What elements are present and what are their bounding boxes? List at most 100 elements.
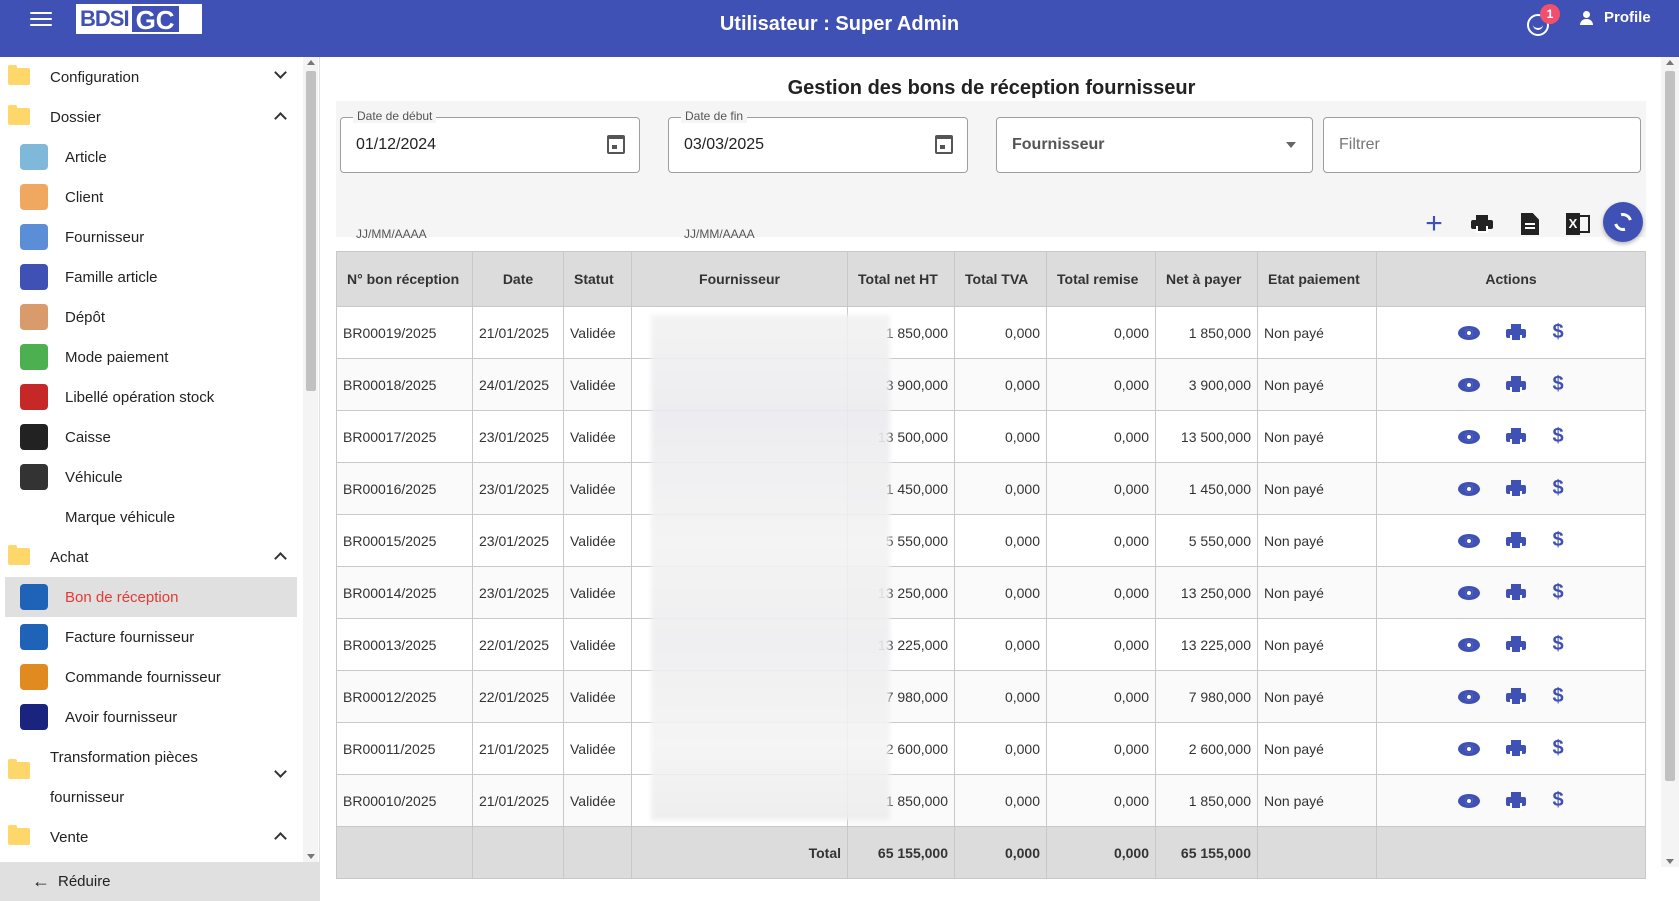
view-icon[interactable]	[1458, 637, 1481, 652]
main-scrollbar[interactable]	[1661, 57, 1679, 867]
print-icon[interactable]	[1506, 479, 1527, 498]
sidebar-item-mode-paiement[interactable]: Mode paiement	[5, 337, 297, 377]
view-icon[interactable]	[1458, 585, 1481, 600]
print-icon[interactable]	[1506, 427, 1527, 446]
column-header[interactable]: Fournisseur	[631, 251, 848, 307]
sidebar-item-vente[interactable]: Vente	[5, 817, 297, 857]
sidebar-item-bon-de-reception[interactable]: Bon de réception	[5, 577, 297, 617]
reduce-button[interactable]: ← Réduire	[0, 862, 320, 901]
view-icon[interactable]	[1458, 429, 1481, 444]
sidebar-item-famille-article[interactable]: Famille article	[5, 257, 297, 297]
print-icon[interactable]	[1506, 375, 1527, 394]
payment-dollar-icon[interactable]: $	[1552, 633, 1563, 656]
sidebar-item-avoir-fournisseur[interactable]: Avoir fournisseur	[5, 697, 297, 737]
column-header[interactable]: N° bon réception	[336, 251, 473, 307]
column-header[interactable]: Etat paiement	[1257, 251, 1377, 307]
client-icon	[20, 184, 48, 210]
print-icon[interactable]	[1506, 635, 1527, 654]
table-cell: 2 600,000	[1155, 722, 1258, 775]
payment-dollar-icon[interactable]: $	[1552, 425, 1563, 448]
column-header[interactable]: Actions	[1376, 251, 1646, 307]
sidebar-item-commande-fournisseur[interactable]: Commande fournisseur	[5, 657, 297, 697]
sidebar-item-caisse[interactable]: Caisse	[5, 417, 297, 457]
print-icon[interactable]	[1506, 739, 1527, 758]
sidebar-item-client[interactable]: Client	[5, 177, 297, 217]
table-row[interactable]: BR00017/2025 23/01/2025 Validée 13 500,000 0…	[336, 410, 1646, 463]
start-date-field[interactable]: Date de début 01/12/2024	[340, 109, 640, 173]
sidebar-scrollbar[interactable]	[303, 57, 318, 862]
print-icon[interactable]	[1506, 323, 1527, 342]
view-icon[interactable]	[1458, 793, 1481, 808]
payment-dollar-icon[interactable]: $	[1552, 321, 1563, 344]
calendar-icon[interactable]	[607, 135, 625, 154]
sidebar-item-marque-vehicule[interactable]: Marque véhicule	[5, 497, 297, 537]
print-icon[interactable]	[1506, 687, 1527, 706]
view-icon[interactable]	[1458, 741, 1481, 756]
sidebar-item-label: Vente	[50, 828, 89, 846]
payment-dollar-icon[interactable]: $	[1552, 529, 1563, 552]
table-row[interactable]: BR00013/2025 22/01/2025 Validée 13 225,000 0…	[336, 618, 1646, 671]
table-cell: Non payé	[1257, 774, 1377, 827]
table-cell: 23/01/2025	[472, 566, 564, 619]
refresh-button[interactable]	[1603, 202, 1643, 242]
view-icon[interactable]	[1458, 377, 1481, 392]
view-icon[interactable]	[1458, 481, 1481, 496]
table-row[interactable]: BR00010/2025 21/01/2025 Validée 1 850,000 0,…	[336, 774, 1646, 827]
column-header[interactable]: Net à payer	[1155, 251, 1258, 307]
table-row[interactable]: BR00018/2025 24/01/2025 Validée 3 900,000 0,…	[336, 358, 1646, 411]
profile-button[interactable]: Profile	[1580, 9, 1651, 26]
sidebar-item-dossier[interactable]: Dossier	[5, 97, 297, 137]
print-icon[interactable]	[1506, 583, 1527, 602]
logo-text-left: BDSI	[77, 5, 132, 33]
payment-dollar-icon[interactable]: $	[1552, 581, 1563, 604]
payment-dollar-icon[interactable]: $	[1552, 373, 1563, 396]
sidebar-item-facture-fournisseur[interactable]: Facture fournisseur	[5, 617, 297, 657]
sidebar-item-label: fournisseur	[50, 788, 125, 806]
sidebar-item-configuration[interactable]: Configuration	[5, 57, 297, 97]
sidebar-item-achat[interactable]: Achat	[5, 537, 297, 577]
print-icon[interactable]	[1506, 531, 1527, 550]
building-icon	[20, 224, 48, 250]
start-date-hint: JJ/MM/AAAA	[356, 227, 427, 241]
calendar-icon[interactable]	[935, 135, 953, 154]
supplier-select[interactable]: Fournisseur	[996, 117, 1313, 173]
view-icon[interactable]	[1458, 689, 1481, 704]
table-row[interactable]: BR00019/2025 21/01/2025 Validée 1 850,000 0,…	[336, 306, 1646, 359]
print-button[interactable]	[1462, 204, 1502, 244]
sidebar-item-transformation-pieces[interactable]: Transformation pièces	[5, 737, 297, 777]
view-icon[interactable]	[1458, 325, 1481, 340]
table-row[interactable]: BR00012/2025 22/01/2025 Validée 7 980,000 0,…	[336, 670, 1646, 723]
table-row[interactable]: BR00016/2025 23/01/2025 Validée 1 450,000 0,…	[336, 462, 1646, 515]
payment-dollar-icon[interactable]: $	[1552, 477, 1563, 500]
column-header[interactable]: Total remise	[1046, 251, 1156, 307]
payment-dollar-icon[interactable]: $	[1552, 685, 1563, 708]
column-header[interactable]: Total TVA	[954, 251, 1047, 307]
table-row[interactable]: BR00014/2025 23/01/2025 Validée 13 250,000 0…	[336, 566, 1646, 619]
filter-input[interactable]: Filtrer	[1323, 117, 1641, 173]
sidebar-item-fournisseur[interactable]: fournisseur	[5, 759, 297, 817]
menu-icon[interactable]	[30, 12, 52, 26]
print-icon[interactable]	[1506, 791, 1527, 810]
sidebar-item-libelle-operation-stock[interactable]: Libellé opération stock	[5, 377, 297, 417]
group-icon	[20, 264, 48, 290]
sidebar-item-vehicule[interactable]: Véhicule	[5, 457, 297, 497]
end-date-field[interactable]: Date de fin 03/03/2025	[668, 109, 968, 173]
payment-dollar-icon[interactable]: $	[1552, 789, 1563, 812]
column-header[interactable]: Total net HT	[847, 251, 955, 307]
view-icon[interactable]	[1458, 533, 1481, 548]
pdf-export-button[interactable]	[1510, 204, 1550, 244]
logo-text-right: GC	[131, 6, 179, 34]
table-row[interactable]: BR00011/2025 21/01/2025 Validée 2 600,000 0,…	[336, 722, 1646, 775]
table-cell: 1 850,000	[1155, 774, 1258, 827]
add-button[interactable]: +	[1414, 204, 1454, 244]
column-header[interactable]: Date	[472, 251, 564, 307]
sidebar-item-article[interactable]: Article	[5, 137, 297, 177]
table-row[interactable]: BR00015/2025 23/01/2025 Validée 5 550,000 0,…	[336, 514, 1646, 567]
column-header[interactable]: Statut	[563, 251, 632, 307]
payment-dollar-icon[interactable]: $	[1552, 737, 1563, 760]
excel-export-button[interactable]: X	[1558, 204, 1598, 244]
table-cell: Validée	[563, 514, 632, 567]
table-cell: Non payé	[1257, 722, 1377, 775]
sidebar-item-depot[interactable]: Dépôt	[5, 297, 297, 337]
sidebar-item-fournisseur[interactable]: Fournisseur	[5, 217, 297, 257]
